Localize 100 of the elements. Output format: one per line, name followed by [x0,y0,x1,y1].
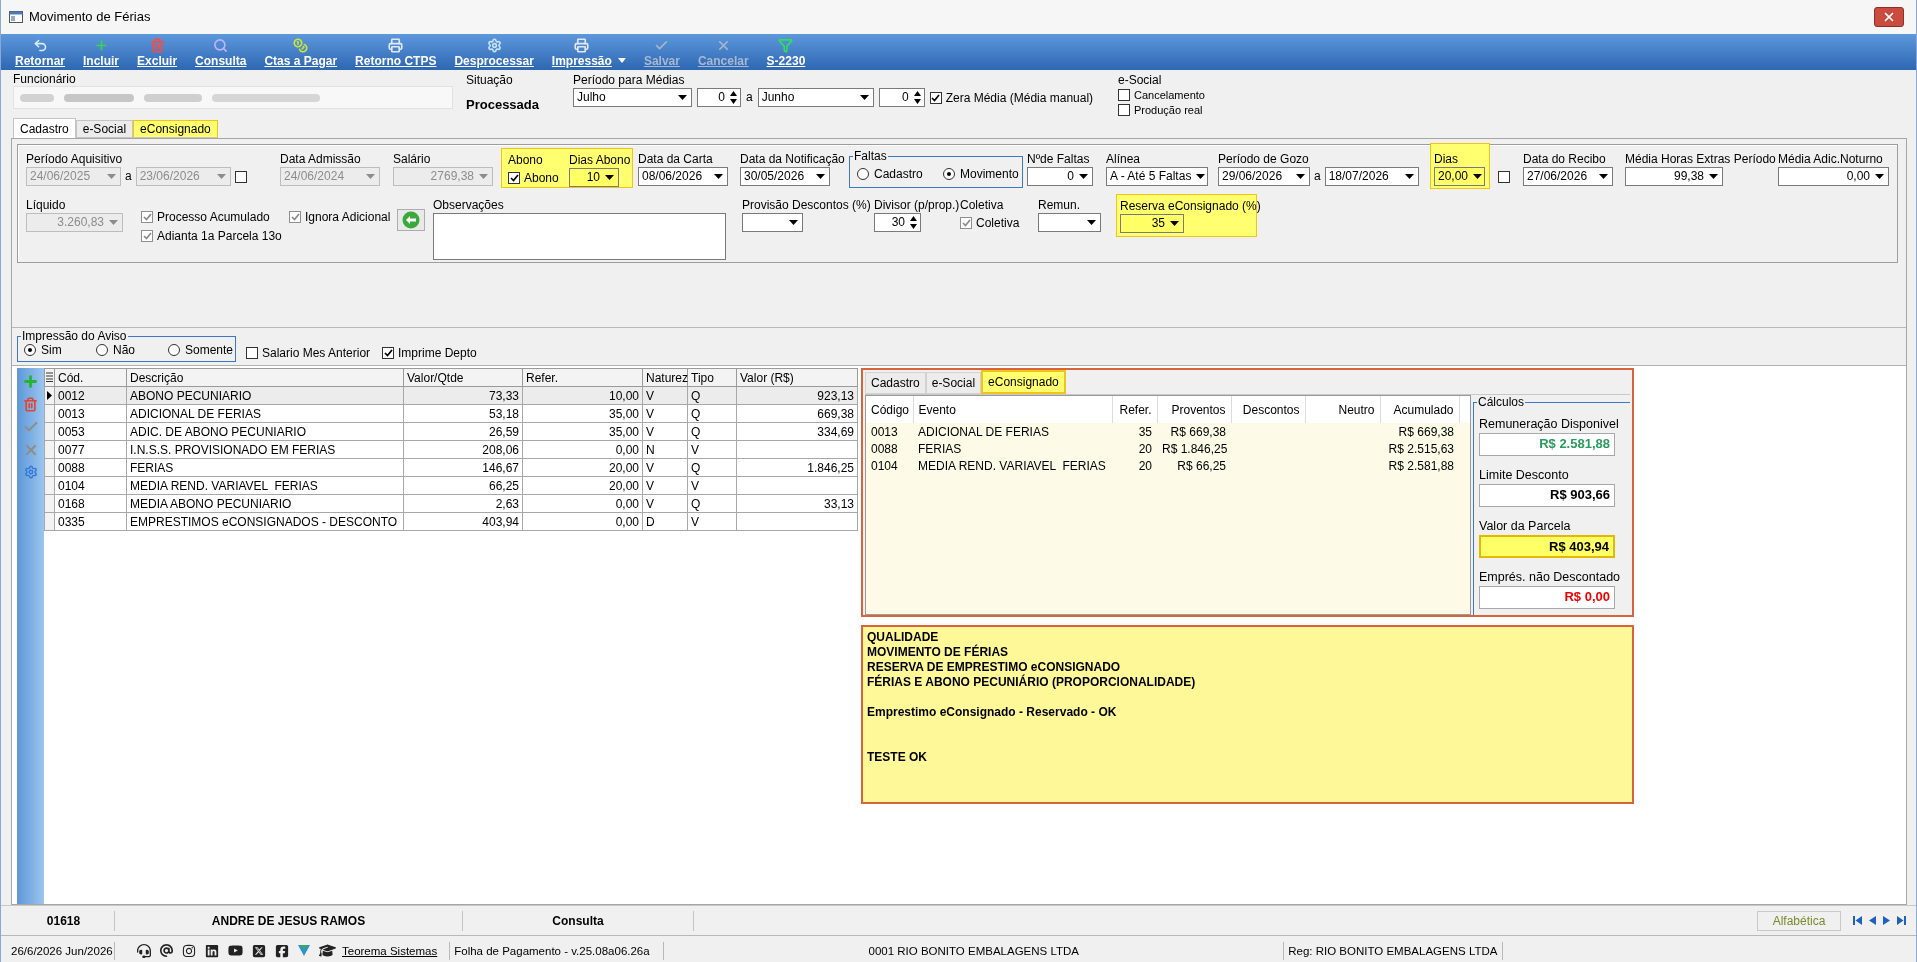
toolbar-button[interactable]: Consulta [193,38,249,68]
caret-icon [1087,220,1096,225]
date-dropdown[interactable]: 27/06/2026 [1523,167,1613,186]
column-header[interactable]: Naturez [642,368,688,387]
radio-button[interactable] [24,344,36,356]
at-sign-icon[interactable] [160,944,173,957]
row-indicator-cell[interactable] [44,512,55,531]
toolbar-button[interactable]: S-2230 [764,38,808,68]
radio-label: Somente [185,343,234,357]
days-dropdown[interactable]: 20,00 [1434,167,1485,186]
date-dropdown[interactable]: 30/05/2026 [740,167,830,186]
tab[interactable]: Cadastro [13,118,76,138]
date-dropdown[interactable]: 18/07/2026 [1324,167,1419,186]
employee-field[interactable] [13,86,453,109]
date-dropdown[interactable]: 29/06/2026 [1218,167,1310,186]
toolbar-button[interactable]: Ctas a Pagar [262,38,340,68]
column-header[interactable]: Valor (R$) [736,368,858,387]
checkbox[interactable] [508,171,520,184]
year-spin-field[interactable]: 0 [878,88,925,107]
sort-order-button[interactable]: Alfabética [1757,910,1841,931]
field-label: Dias Abono [569,153,631,168]
radio-button[interactable] [857,168,869,180]
last-page-icon[interactable] [1897,916,1906,925]
checkbox[interactable] [929,91,942,104]
column-header[interactable]: Refer. [522,368,643,387]
field-label: Média Horas Extras Período [1625,152,1777,167]
tab[interactable]: e-Social [925,372,982,394]
field-label: Data Admissão [280,152,362,167]
row-indicator-cell[interactable] [44,404,55,423]
first-page-icon[interactable] [1853,916,1862,925]
group-legend: Faltas [853,149,888,163]
select-dropdown[interactable] [1038,213,1101,232]
toolbar-button[interactable]: Retorno CTPS [353,38,439,68]
row-indicator-cell[interactable] [44,386,55,405]
observations-field[interactable] [433,213,726,260]
select-dropdown[interactable]: A - Até 5 Faltas [1106,167,1208,186]
headset-icon[interactable] [137,943,151,958]
divisor-spin-field[interactable]: 30 [874,213,921,232]
row-indicator-cell[interactable] [44,422,55,441]
tab[interactable]: eConsignado [981,370,1066,394]
row-indicator-cell[interactable] [44,494,55,513]
funnel-icon [778,38,794,53]
facebook-icon[interactable] [275,943,289,958]
tab[interactable]: Cadastro [865,372,926,394]
column-header[interactable]: Descrição [126,368,404,387]
field-label: Data do Recibo [1523,152,1607,167]
radio-button[interactable] [943,168,955,180]
back-arrow-button[interactable] [397,209,425,231]
graduation-cap-icon[interactable] [319,942,336,959]
radio-button[interactable] [168,344,180,356]
toolbar-button[interactable]: Incluir [81,38,122,68]
amount-dropdown[interactable]: 0,00 [1778,167,1889,186]
field-label: Funcionário [13,73,77,86]
notes-memo[interactable]: QUALIDADE MOVIMENTO DE FÉRIAS RESERVA DE EMPRESTIMO eCONSIGNADO FÉRIAS E ABONO PECUNIÁRIO (PROPORCIONALIDADE) Emprestimo eConsignado - Reservado - OK TESTE OK [861,625,1634,804]
year-spin-field[interactable]: 0 [697,88,741,107]
trash-icon [149,38,165,53]
close-button[interactable] [1874,7,1904,27]
x-logo-icon[interactable] [252,943,266,958]
previous-icon[interactable] [1869,916,1876,925]
range-separator: a [746,90,753,105]
column-header[interactable]: Valor/Qtde [403,368,523,387]
checkbox[interactable] [382,347,394,359]
table-cell-text: R$ 2.581,88 [1387,457,1455,474]
tab[interactable]: e-Social [75,120,134,138]
checkbox[interactable] [1498,171,1510,183]
tab[interactable]: eConsignado [133,120,218,138]
row-indicator-cell[interactable] [44,458,55,477]
month-dropdown[interactable]: Junho [757,88,874,107]
radio-button[interactable] [96,344,108,356]
checkbox[interactable] [1118,88,1130,101]
row-indicator-cell[interactable] [44,476,55,495]
toolbar-button[interactable]: Excluir [135,38,180,68]
window-title: Movimento de Férias [29,9,151,25]
amount-dropdown[interactable]: 99,38 [1625,167,1723,186]
column-header[interactable]: Cód. [54,368,127,387]
percent-dropdown[interactable] [742,213,803,232]
month-dropdown[interactable]: Julho [573,88,692,107]
status-value: Processada [466,97,540,112]
spin-arrows-icon [910,216,917,229]
days-dropdown[interactable]: 10 [569,168,619,187]
percent-dropdown[interactable]: 35 [1120,214,1184,233]
youtube-icon[interactable] [228,943,243,958]
caret-icon [714,174,723,179]
row-indicator-cell[interactable] [44,440,55,459]
company-link[interactable]: Teorema Sistemas [342,944,438,957]
group-legend: Cálculos [1477,395,1526,409]
field-label: Período Aquisitivo [26,152,124,167]
toolbar-button[interactable]: Desprocessar [452,38,536,68]
date-dropdown[interactable]: 08/06/2026 [638,167,728,186]
column-header[interactable]: Tipo [687,368,737,387]
linkedin-icon[interactable] [205,943,219,958]
triangle-icon[interactable] [298,945,310,956]
instagram-icon[interactable] [182,943,196,958]
toolbar-button[interactable]: Retornar [13,38,67,68]
next-icon[interactable] [1883,916,1890,925]
checkbox[interactable] [1118,103,1130,116]
checkbox[interactable] [246,347,258,359]
table-cell-text: R$ 66,25 [1176,457,1227,474]
count-dropdown[interactable]: 0 [1027,167,1093,186]
toolbar-button[interactable]: Impressão [549,38,628,68]
